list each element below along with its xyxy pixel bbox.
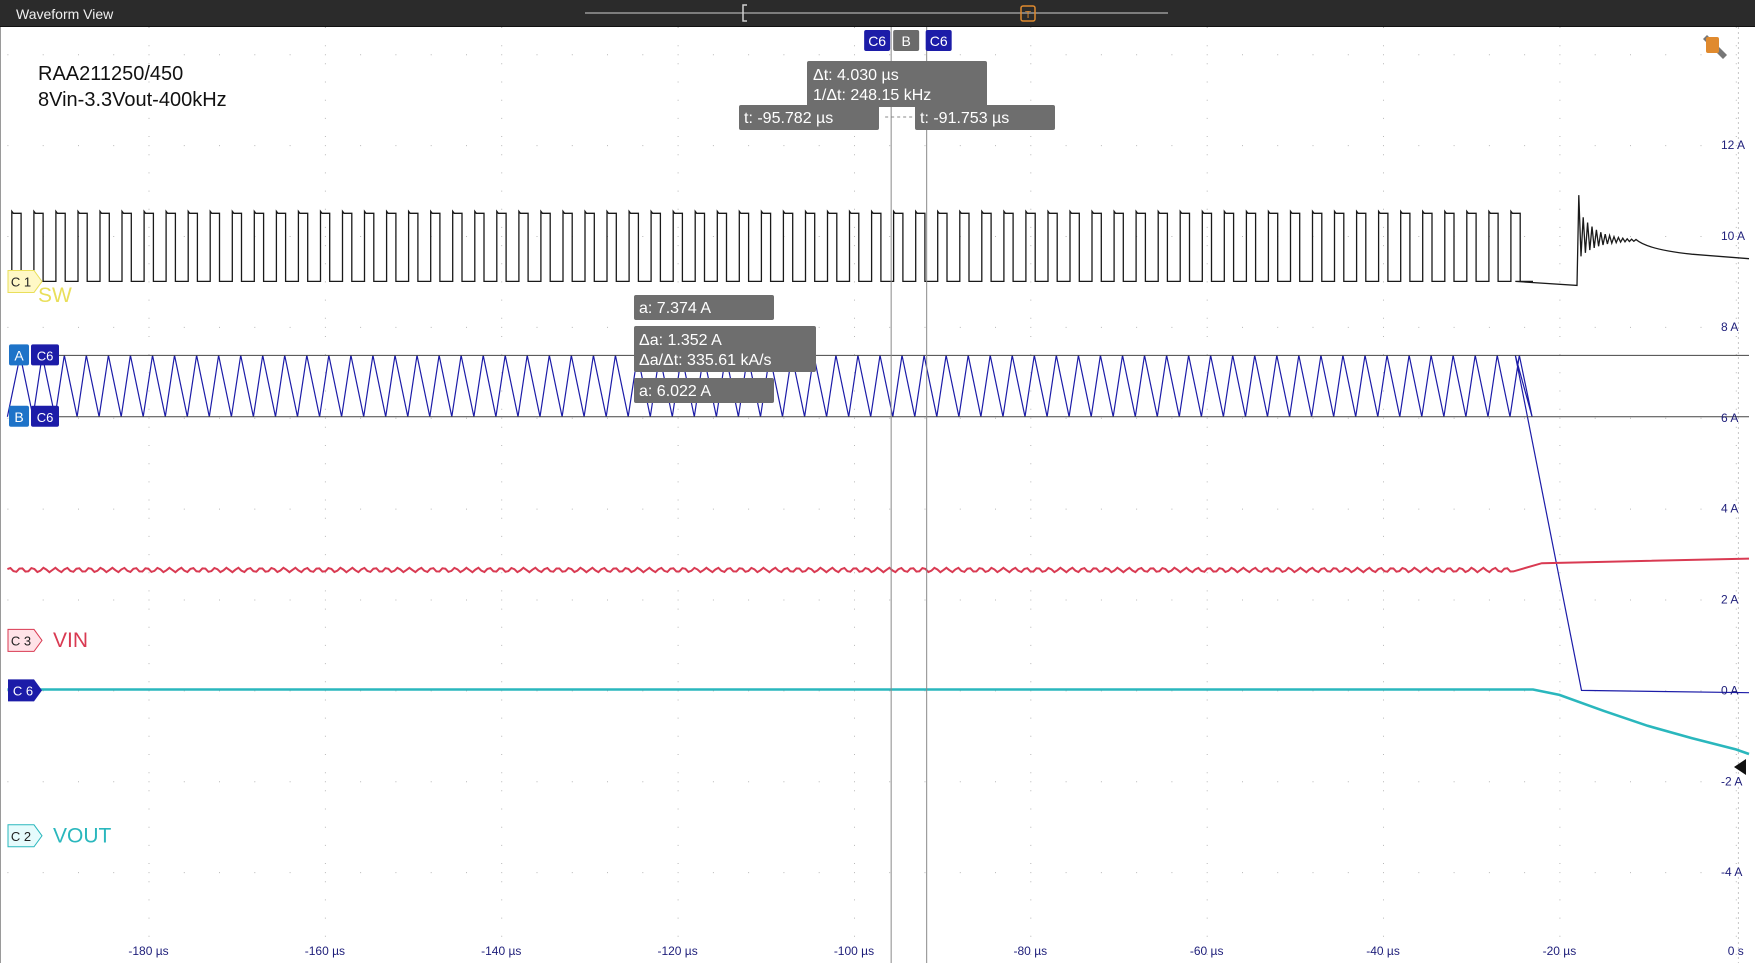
x-tick-4: -100 µs [834, 944, 874, 958]
y-tick-4: 4 A [1721, 502, 1738, 516]
x-tick-1: -160 µs [305, 944, 345, 958]
y-tick-0: 12 A [1721, 138, 1745, 152]
time-cursor-1-text: t: -95.782 µs [744, 110, 833, 127]
x-tick-2: -140 µs [481, 944, 521, 958]
y-tick-2: 8 A [1721, 320, 1738, 334]
x-tick-6: -60 µs [1190, 944, 1224, 958]
y-tick-7: -2 A [1721, 774, 1742, 788]
label-layer: C6 B C6 Δt: 4.030 µs 1/Δt: 248.15 kHz t: -95.… [7, 30, 1746, 958]
annotation-line-2: 8Vin-3.3Vout-400kHz [38, 89, 227, 111]
vin-trace [7, 557, 1750, 574]
waveform-canvas[interactable]: C6 B C6 Δt: 4.030 µs 1/Δt: 248.15 kHz t: -95.… [1, 27, 1755, 963]
grid-dot-pattern [7, 27, 1737, 963]
amp-cursor-a-text: a: 7.374 A [639, 300, 711, 317]
time-cursor-badge-label-1: C6 [868, 33, 886, 49]
y-tick-8: -4 A [1721, 865, 1742, 879]
amp-cursor-b-source-label: C6 [37, 410, 54, 425]
x-tick-3: -120 µs [657, 944, 697, 958]
y-tick-1: 10 A [1721, 229, 1745, 243]
x-tick-5: -80 µs [1014, 944, 1048, 958]
amp-cursor-a-handle-label: A [14, 347, 24, 363]
amp-cursor-b-text: a: 6.022 A [639, 383, 711, 400]
x-tick-8: -20 µs [1543, 944, 1577, 958]
annotation-line-1: RAA211250/450 [38, 63, 183, 85]
delta-t-text: Δt: 4.030 µs [813, 67, 899, 84]
channel-c6-badge-label: C 6 [13, 683, 33, 698]
title-bar: Waveform View [0, 0, 1755, 27]
x-tick-0: -180 µs [128, 944, 168, 958]
waveform-plot-area[interactable]: C6 B C6 Δt: 4.030 µs 1/Δt: 248.15 kHz t: -95.… [0, 27, 1755, 963]
amp-cursor-a-source-label: C6 [37, 348, 54, 363]
channel-c1-name: SW [38, 284, 72, 307]
x-tick-7: -40 µs [1366, 944, 1400, 958]
inverse-delta-t-text: 1/Δt: 248.15 kHz [813, 87, 931, 104]
channel-c2-badge-label: C 2 [11, 829, 31, 844]
trigger-level-icon[interactable] [1706, 37, 1719, 53]
channel-c3-name: VIN [53, 629, 88, 652]
window-title: Waveform View [16, 6, 114, 22]
channel-c3-badge-label: C 3 [11, 633, 31, 648]
amp-slope-text: Δa/Δt: 335.61 kA/s [639, 352, 772, 369]
cursor-layer[interactable] [41, 27, 1749, 963]
time-cursor-2-text: t: -91.753 µs [920, 110, 1009, 127]
y-tick-3: 6 A [1721, 411, 1738, 425]
channel-c1-badge-label: C 1 [11, 274, 31, 289]
time-cursor-badge-label-3: C6 [930, 33, 948, 49]
channel-c2-name: VOUT [53, 825, 112, 848]
x-tick-9: 0 s [1728, 944, 1744, 958]
amp-delta-text: Δa: 1.352 A [639, 332, 722, 349]
y-tick-6: 0 A [1721, 683, 1738, 697]
vout-trace [7, 688, 1750, 756]
sw-trace [11, 195, 1750, 287]
time-cursor-badge-label-2: B [901, 33, 910, 49]
trace-layer [6, 195, 1750, 756]
grid-dots [7, 27, 1739, 963]
inductor-current-trace [6, 355, 1750, 694]
y-tick-5: 2 A [1721, 593, 1738, 607]
amp-cursor-b-handle-label: B [14, 409, 23, 425]
